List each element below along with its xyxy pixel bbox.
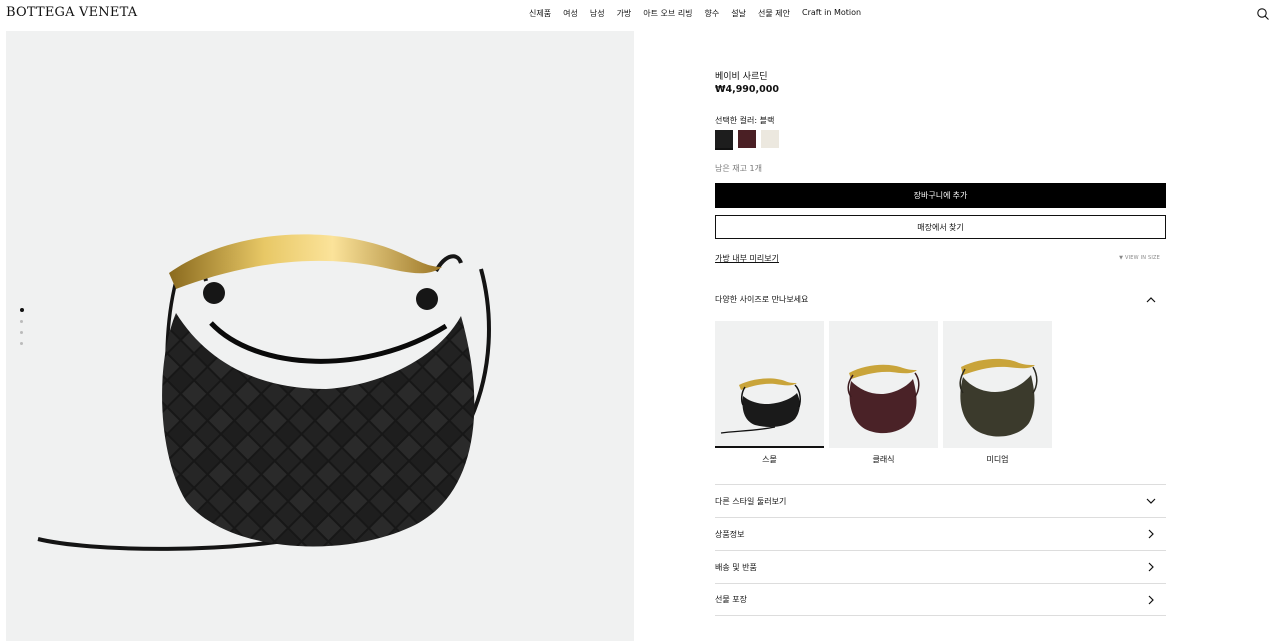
nav-item-bags[interactable]: 가방 [617, 8, 632, 19]
size-label-classic: 클래식 [872, 455, 895, 464]
chevron-right-icon[interactable] [1146, 595, 1156, 605]
accordion-label: 선물 포장 [715, 595, 747, 604]
nav-item-women[interactable]: 여성 [563, 8, 578, 19]
find-in-store-button[interactable]: 매장에서 찾기 [715, 215, 1166, 239]
site-header: BOTTEGA VENETA 신제품 여성 남성 가방 아트 오브 리빙 향수 … [0, 0, 1280, 28]
chevron-down-icon[interactable] [1146, 496, 1156, 506]
nav-item-lunar-new-year[interactable]: 설날 [731, 8, 746, 19]
accordion-label: 상품정보 [715, 529, 745, 539]
add-to-cart-button[interactable]: 장바구니에 추가 [715, 183, 1166, 208]
sizes-section-header[interactable]: 다양한 사이즈로 만나보세요 [715, 294, 1166, 308]
chevron-right-icon[interactable] [1146, 529, 1156, 539]
product-image-gallery[interactable] [6, 31, 634, 641]
brand-logo[interactable]: BOTTEGA VENETA [6, 5, 137, 20]
nav-item-fragrance[interactable]: 향수 [705, 8, 720, 19]
swatch-ivory[interactable] [761, 130, 779, 148]
swatch-burgundy[interactable] [738, 130, 756, 148]
accordion-label: 배송 및 반품 [715, 562, 757, 572]
size-card-image [943, 321, 1052, 448]
size-label-medium: 미디엄 [986, 455, 1009, 464]
product-name: 베이비 사르딘 [715, 72, 768, 82]
sizes-section-title: 다양한 사이즈로 만나보세요 [715, 295, 809, 304]
accordion-label: 다른 스타일 둘러보기 [715, 496, 787, 506]
nav-item-gifts[interactable]: 선물 제안 [758, 8, 790, 19]
product-info-accordion: 다른 스타일 둘러보기 상품정보 배송 및 반품 선물 포장 [715, 484, 1166, 616]
nav-item-new[interactable]: 신제품 [529, 8, 551, 19]
size-card-small[interactable]: 스몰 [715, 321, 824, 465]
selected-color-label: 선택한 컬러: 블랙 [715, 116, 775, 125]
view-in-size-link[interactable]: ▼ VIEW IN SIZE [1119, 255, 1160, 261]
size-card-image [829, 321, 938, 448]
accordion-product-info[interactable]: 상품정보 [715, 517, 1166, 550]
color-swatches [715, 130, 779, 150]
size-card-image [715, 321, 824, 448]
chevron-right-icon[interactable] [1146, 562, 1156, 572]
main-nav: 신제품 여성 남성 가방 아트 오브 리빙 향수 설날 선물 제안 Craft … [529, 8, 873, 19]
size-card-classic[interactable]: 클래식 [829, 321, 938, 465]
product-price: ₩4,990,000 [715, 84, 779, 95]
accordion-other-styles[interactable]: 다른 스타일 둘러보기 [715, 484, 1166, 517]
size-label-small: 스몰 [762, 455, 777, 464]
chevron-up-icon[interactable] [1146, 295, 1156, 305]
accordion-gift-wrap[interactable]: 선물 포장 [715, 583, 1166, 616]
swatch-black[interactable] [715, 130, 733, 150]
nav-item-art-of-living[interactable]: 아트 오브 리빙 [643, 8, 692, 19]
accordion-shipping-returns[interactable]: 배송 및 반품 [715, 550, 1166, 583]
nav-item-craft-in-motion[interactable]: Craft in Motion [802, 8, 861, 19]
size-card-medium[interactable]: 미디엄 [943, 321, 1052, 465]
nav-item-men[interactable]: 남성 [590, 8, 605, 19]
size-options: 스몰 클래식 미디엄 [715, 321, 1052, 465]
inside-preview-link[interactable]: 가방 내부 미리보기 [715, 253, 779, 264]
product-image [37, 234, 491, 551]
search-icon[interactable] [1256, 7, 1270, 21]
stock-status: 남은 재고 1개 [715, 164, 762, 173]
